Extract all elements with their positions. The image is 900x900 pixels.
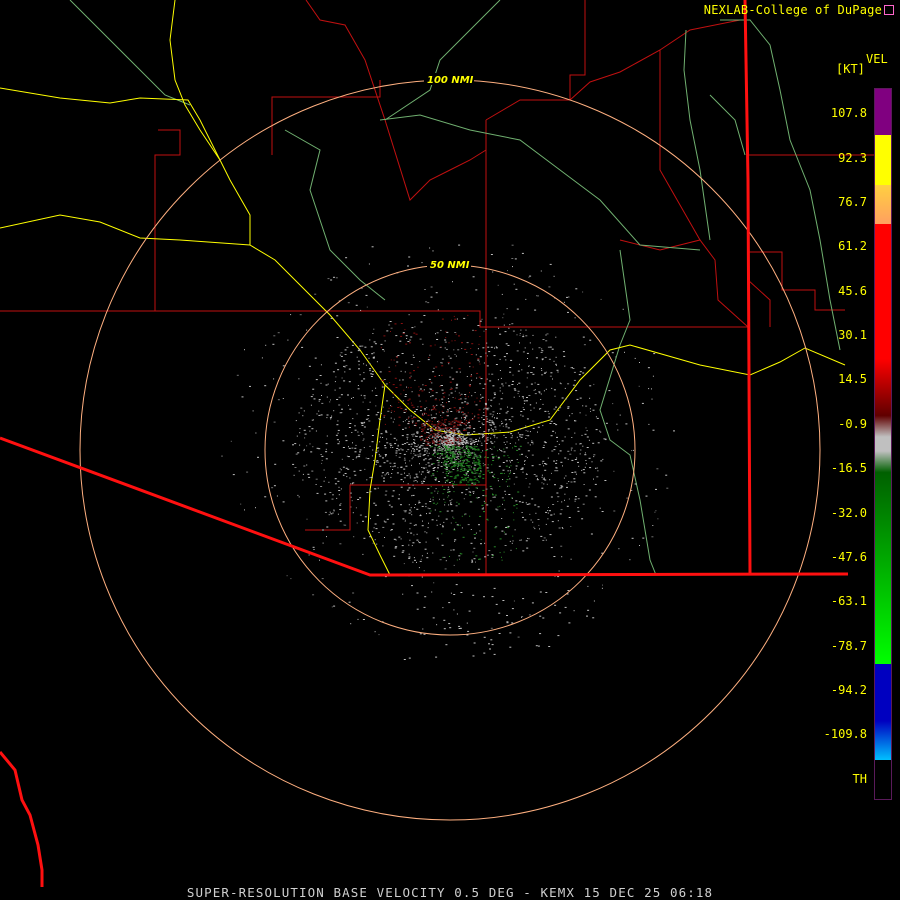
- legend-tick: -109.8: [823, 727, 867, 741]
- legend-title: VEL: [866, 52, 888, 66]
- legend-tick: -0.9: [838, 417, 867, 431]
- legend-tick: 45.6: [838, 284, 867, 298]
- legend-tick: 61.2: [838, 239, 867, 253]
- highways: [0, 0, 846, 576]
- rivers: [69, 0, 841, 576]
- credit-text: NEXLAB-College of DuPage: [703, 3, 882, 17]
- legend-tick: -32.0: [830, 506, 867, 520]
- range-ring-100-label: 100 NMI: [427, 75, 474, 86]
- legend-tick: -78.7: [830, 639, 867, 653]
- credit-label: NEXLAB-College of DuPage: [704, 3, 894, 17]
- legend-tick: 107.8: [830, 106, 867, 120]
- legend-tick: -63.1: [830, 594, 867, 608]
- legend-tick: -94.2: [830, 683, 867, 697]
- product-caption: SUPER-RESOLUTION BASE VELOCITY 0.5 DEG -…: [186, 885, 714, 900]
- legend-tick: 30.1: [838, 328, 867, 342]
- legend-tick: 76.7: [838, 195, 867, 209]
- external-link-icon[interactable]: [884, 5, 894, 15]
- legend-unit: [KT]: [836, 62, 865, 76]
- radar-echoes: [221, 244, 675, 660]
- range-ring-50-label: 50 NMI: [430, 260, 470, 271]
- velocity-color-bar: [874, 88, 892, 800]
- radar-map: 50 NMI 100 NMI: [0, 0, 880, 887]
- legend-tick: TH: [852, 772, 867, 786]
- legend-tick: -47.6: [830, 550, 867, 564]
- legend-tick: 92.3: [838, 151, 867, 165]
- legend-tick: 14.5: [838, 372, 867, 386]
- legend-tick: -16.5: [830, 461, 867, 475]
